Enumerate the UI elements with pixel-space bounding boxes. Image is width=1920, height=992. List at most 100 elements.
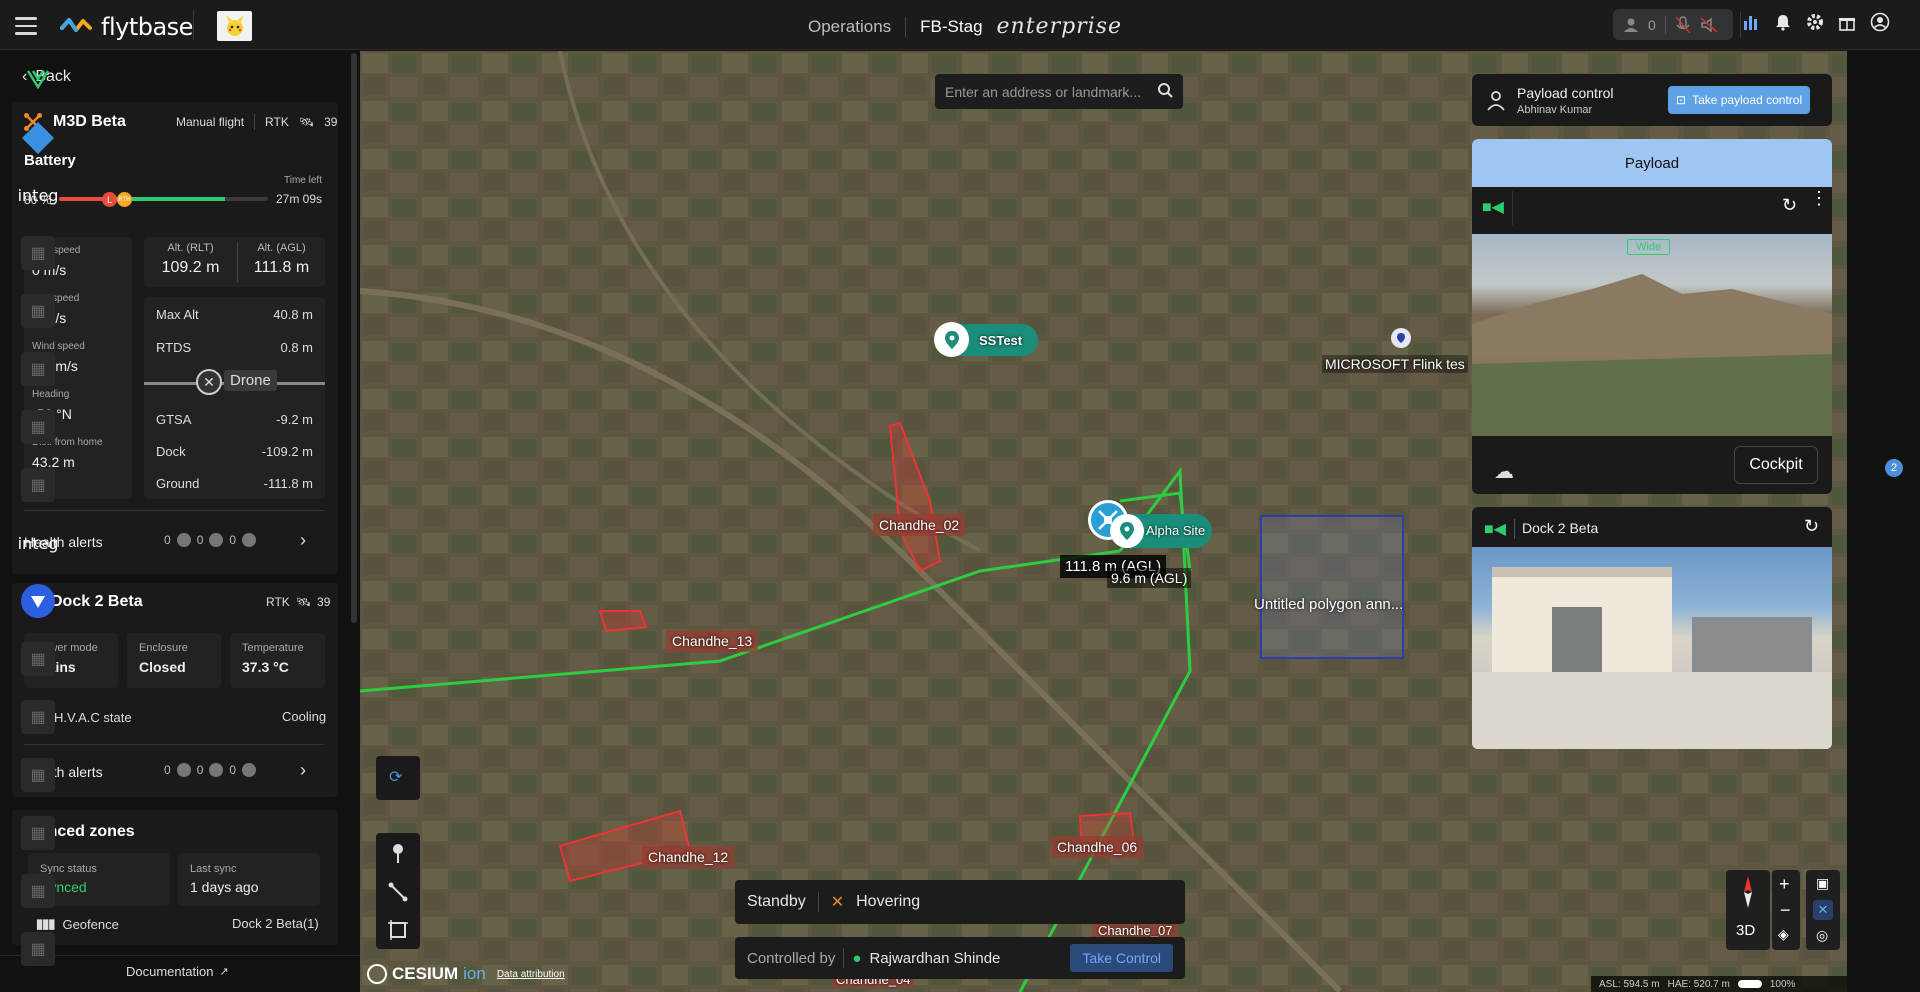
add-widget-button[interactable]: ▦ [21,758,55,792]
nav-operations[interactable]: Operations [808,17,891,37]
brand-name: flytbase [101,13,193,41]
cloud-icon[interactable]: ☁ [1494,459,1514,484]
app-logo-icon[interactable] [21,62,55,96]
pin-tool-icon[interactable] [388,842,408,869]
microsoft-marker-icon[interactable] [1391,328,1411,348]
gift-icon[interactable] [1838,12,1856,32]
alt-rlt-value: 109.2 m [161,259,220,276]
analytics-icon[interactable] [1742,12,1760,32]
add-widget-button[interactable]: ▦ [21,700,55,734]
rtk-label: RTK [265,115,289,129]
alert-icon [209,763,224,777]
left-scrollbar[interactable] [351,53,357,623]
notification-badge: 2 [1885,459,1903,477]
zone-label-chandhe-12[interactable]: Chandhe_12 [642,846,735,868]
temperature-label: Temperature [242,642,304,654]
speaker-off-icon [1700,16,1718,33]
polygon-tool-icon[interactable] [388,920,408,945]
refresh-icon[interactable]: ↻ [1804,516,1819,537]
drone-icon: ✕ [830,894,845,911]
dock-camera-title: Dock 2 Beta [1522,520,1599,536]
add-widget-button[interactable]: ▦ [21,816,55,850]
arrow-app-icon[interactable] [21,584,55,618]
layers-icon[interactable]: ◈ [1778,926,1789,943]
user-icon [1624,18,1638,32]
drone-name: M3D Beta [53,113,126,130]
line-tool-icon[interactable] [388,882,408,907]
add-widget-button[interactable]: ▦ [21,874,55,908]
documentation-link[interactable]: Documentation ↗ [126,964,229,979]
satellite-icon: 🛰 [295,595,312,609]
dock-camera-feed[interactable] [1472,547,1832,749]
integration-app-1[interactable]: integ [18,178,59,212]
cockpit-button[interactable]: Cockpit [1734,446,1818,484]
status-pill[interactable]: 0 [1613,9,1733,40]
mic-off-icon [1675,15,1691,33]
map-search-input[interactable]: Enter an address or landmark... [935,74,1183,109]
add-widget-button[interactable]: ▦ [21,294,55,328]
add-icon: ▦ [30,651,46,668]
zone-label-chandhe-06[interactable]: Chandhe_06 [1051,836,1144,858]
compass-control[interactable]: 3D [1726,870,1770,950]
brand-logo[interactable]: flytbase [60,13,193,41]
payload-control-user: Abhinav Kumar [1517,104,1593,116]
add-widget-button[interactable]: ▦ [21,236,55,270]
profile-icon[interactable] [1870,12,1890,32]
add-icon: ▦ [30,303,46,320]
take-control-button[interactable]: Take Control [1070,944,1173,972]
zone-label-chandhe-02[interactable]: Chandhe_02 [873,514,966,536]
alert-icon [176,533,191,547]
locate-icon[interactable]: ◎ [1816,927,1828,944]
flight-state: Hovering [856,893,921,910]
payload-camera-feed[interactable]: Wide [1472,234,1832,436]
more-options-icon[interactable]: ⋮ [1810,189,1828,207]
gtsa-row: GTSA -9.2 m [156,412,313,427]
add-widget-button[interactable]: ▦ [21,352,55,386]
sync-icon: ⟳ [389,769,403,786]
dock-name: Dock 2 Beta [51,593,143,610]
org-avatar[interactable] [217,11,252,41]
max-alt-row: Max Alt 40.8 m [156,307,313,322]
view-mode-3d[interactable]: 3D [1736,922,1755,939]
menu-icon[interactable] [15,17,37,40]
drone-focus-icon[interactable]: ✕ [1813,900,1833,920]
control-bar: Controlled by ● Rajwardhan Shinde Take C… [735,937,1185,979]
payload-icon: ⊡ [1676,93,1687,107]
add-widget-button[interactable]: ▦ [21,642,55,676]
lens-label[interactable]: Wide [1627,239,1671,255]
data-attribution-link[interactable]: Data attribution [497,969,565,980]
building-scene [1472,567,1832,749]
bell-icon[interactable] [1774,12,1792,32]
dock-agl-label: 9.6 m (AGL) [1107,568,1192,588]
cesium-text: CESIUM [392,964,459,983]
map-refresh-button[interactable]: ⟳ [376,756,420,800]
integration-app-2[interactable]: integ [18,526,59,560]
zoom-out-icon[interactable]: − [1780,900,1791,921]
take-payload-control-button[interactable]: ⊡ Take payload control [1668,86,1811,114]
add-icon: ▦ [30,883,46,900]
gear-icon[interactable] [1806,12,1824,32]
enclosure-value: Closed [139,659,186,675]
flight-mode: Manual flight [176,115,245,129]
ground-row: Ground -111.8 m [156,476,313,491]
zoom-in-icon[interactable]: + [1779,874,1790,895]
add-widget-button[interactable]: ▦ [21,932,55,966]
payload-tab[interactable]: Payload [1472,139,1832,187]
cube-icon[interactable]: ▣ [1816,875,1829,892]
health-alerts-counts[interactable]: 0 0 0 [164,533,257,547]
chevron-right-icon[interactable]: › [300,530,306,551]
geofence-value: Dock 2 Beta(1) [232,916,319,931]
location-pin-icon [1110,514,1144,548]
satellite-icon: 🛰 [298,115,315,129]
dock-health-alerts-counts[interactable]: 0 0 0 [164,763,257,777]
zone-label-chandhe-13[interactable]: Chandhe_13 [666,630,759,652]
chevron-right-icon[interactable]: › [300,760,306,781]
diamond-app-icon[interactable] [21,121,55,155]
refresh-icon[interactable]: ↻ [1782,195,1797,216]
search-icon[interactable] [1157,82,1173,101]
add-widget-button[interactable]: ▦ [21,468,55,502]
org-name[interactable]: FB-Stag [920,17,982,37]
add-icon: ▦ [30,767,46,784]
compass-icon [1744,876,1752,908]
add-widget-button[interactable]: ▦ [21,410,55,444]
